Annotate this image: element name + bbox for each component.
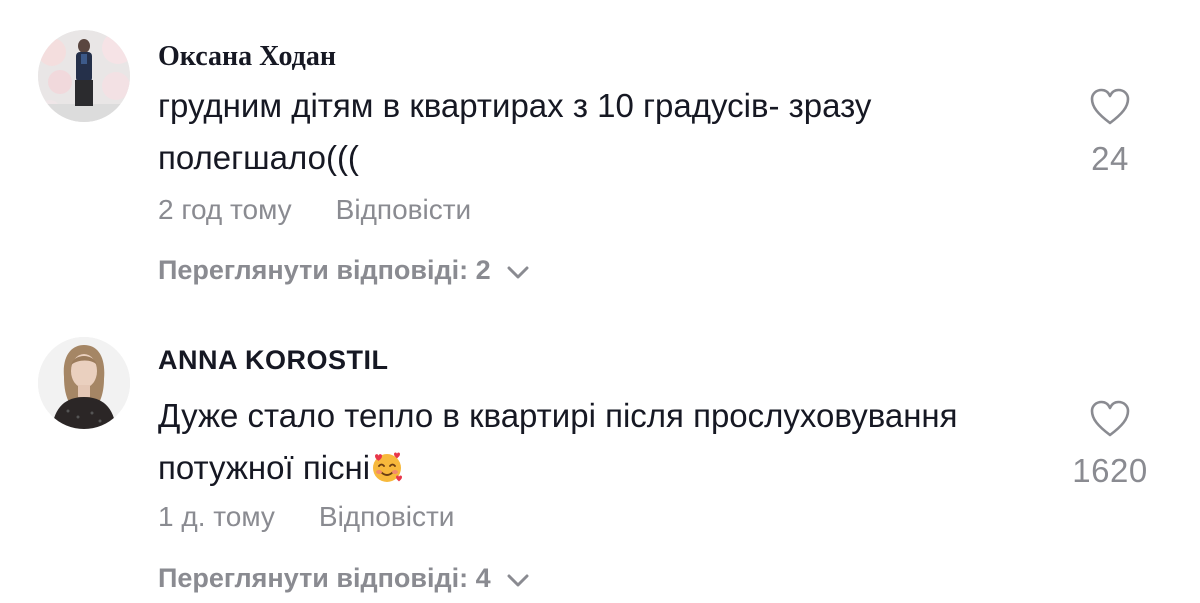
comment-item: Оксана Ходан грудним дітям в квартирах з… bbox=[0, 0, 1200, 310]
reply-button[interactable]: Відповісти bbox=[319, 501, 455, 532]
avatar-image bbox=[38, 337, 130, 429]
avatar-image bbox=[38, 30, 130, 122]
view-replies-button[interactable]: Переглянути відповіді: 4 bbox=[158, 563, 529, 594]
like-count: 1620 bbox=[1072, 452, 1148, 489]
comment-item: ANNA KOROSTIL Дуже стало тепло в квартир… bbox=[0, 310, 1200, 603]
comment-timestamp: 2 год тому bbox=[158, 194, 292, 225]
view-replies-label: Переглянути відповіді: 4 bbox=[158, 563, 491, 593]
like-button[interactable]: 24 bbox=[1060, 88, 1160, 178]
smiling-face-with-hearts-icon bbox=[373, 452, 403, 482]
comment-text: грудним дітям в квартирах з 10 градусів-… bbox=[158, 87, 872, 176]
reply-button[interactable]: Відповісти bbox=[336, 194, 472, 225]
avatar[interactable] bbox=[38, 30, 130, 122]
like-button[interactable]: 1620 bbox=[1060, 400, 1160, 490]
comment-username[interactable]: Оксана Ходан bbox=[158, 41, 336, 73]
comment-username[interactable]: ANNA KOROSTIL bbox=[158, 345, 389, 376]
comment-meta: 2 год тому Відповісти bbox=[158, 194, 471, 226]
heart-outline-icon bbox=[1090, 400, 1130, 437]
comment-text: Дуже стало тепло в квартирі після прослу… bbox=[158, 390, 1038, 494]
heart-outline-icon bbox=[1090, 88, 1130, 125]
comment-timestamp: 1 д. тому bbox=[158, 501, 275, 532]
chevron-down-icon bbox=[507, 266, 529, 278]
chevron-down-icon bbox=[507, 574, 529, 586]
view-replies-button[interactable]: Переглянути відповіді: 2 bbox=[158, 255, 529, 286]
comment-meta: 1 д. тому Відповісти bbox=[158, 501, 454, 533]
avatar[interactable] bbox=[38, 337, 130, 429]
view-replies-label: Переглянути відповіді: 2 bbox=[158, 255, 491, 285]
comment-text-content: Дуже стало тепло в квартирі після прослу… bbox=[158, 397, 958, 486]
like-count: 24 bbox=[1091, 140, 1129, 177]
